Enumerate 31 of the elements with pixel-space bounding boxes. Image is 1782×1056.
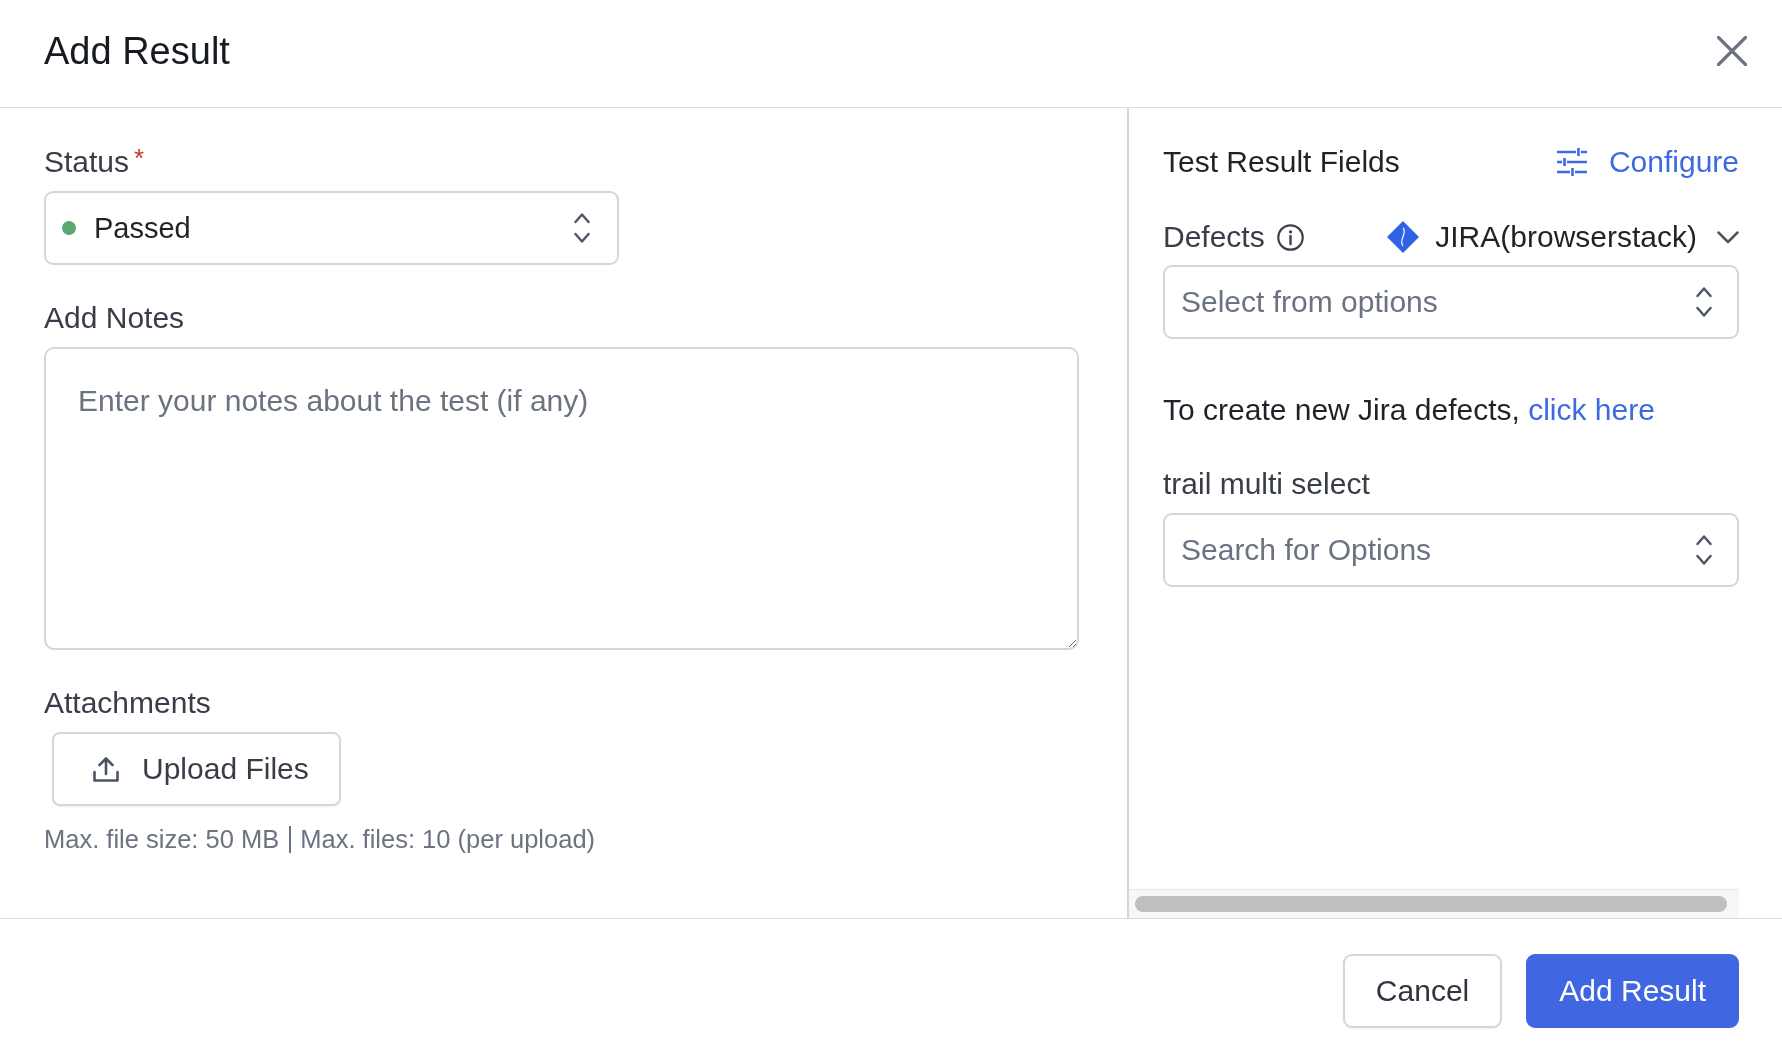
upload-limit-text: Max. file size: 50 MB (44, 824, 280, 854)
scrollbar-thumb[interactable] (1135, 896, 1727, 912)
create-defects-link[interactable]: click here (1528, 393, 1655, 426)
upload-icon (92, 755, 120, 783)
defects-select[interactable]: Select from options (1163, 265, 1739, 339)
required-asterisk: * (134, 145, 145, 171)
add-result-button[interactable]: Add Result (1526, 953, 1739, 1028)
notes-textarea[interactable]: Enter your notes about the test (if any) (44, 347, 1079, 650)
info-icon[interactable] (1276, 223, 1304, 251)
close-icon[interactable] (1717, 35, 1747, 66)
field-label: Add Notes (44, 301, 185, 335)
options-select[interactable]: Search for Options (1163, 513, 1739, 587)
field-label: trail multi select (1163, 467, 1370, 501)
chevron-down-icon (1717, 230, 1739, 244)
upload-files-button[interactable]: Upload Files (52, 732, 341, 806)
tracker-dropdown[interactable]: JIRA(browserstack) (1387, 220, 1739, 254)
diamond-icon (1387, 221, 1420, 253)
configure-button[interactable]: Configure (1555, 145, 1739, 179)
chevron-updown-icon (1696, 534, 1712, 566)
field-label: Defects (1163, 220, 1265, 254)
sliders-icon (1555, 147, 1588, 177)
field-label: Attachments (44, 686, 211, 720)
cancel-button[interactable]: Cancel (1342, 953, 1503, 1028)
dialog-title: Add Result (44, 28, 230, 73)
panel-title: Test Result Fields (1163, 145, 1400, 179)
field-label: Status (44, 145, 130, 179)
chevron-updown-icon (1696, 286, 1712, 318)
create-defects-hint: To create new Jira defects, click here (1163, 393, 1655, 427)
chevron-updown-icon (574, 212, 590, 244)
upload-limit-text: Max. files: 10 (per upload) (300, 824, 596, 854)
status-select[interactable]: Passed (44, 191, 619, 265)
